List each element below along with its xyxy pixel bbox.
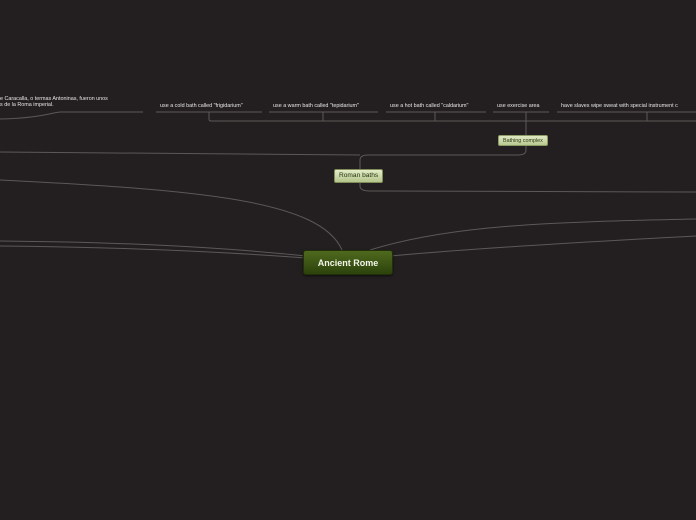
sub-to-branch [359,146,527,170]
leaf-slaves-wipe-sweat[interactable]: have slaves wipe sweat with special inst… [561,103,678,109]
leaf-frigidarium[interactable]: use a cold bath called "frigidarium" [160,103,243,109]
leaf-bracket [208,112,696,122]
root-to-left-upper [0,179,343,251]
root-to-left-mid [0,240,307,257]
leaf-exercise-area[interactable]: use exercise area [497,103,540,109]
note-underline [0,111,143,120]
note-text: e Caracalla, o termas Antoninas, fueron … [0,96,108,109]
note-line-2: s de la Roma imperial. [0,102,54,109]
branch-right [359,182,696,193]
root-to-right-low [389,235,696,257]
node-ancient-rome[interactable]: Ancient Rome [303,250,393,275]
node-roman-baths[interactable]: Roman baths [334,169,384,183]
mind-map-canvas: e Caracalla, o termas Antoninas, fueron … [0,0,696,520]
leaf-tepidarium[interactable]: use a warm bath called "tepidarium" [273,103,359,109]
node-bathing-complex[interactable]: Bathing complex [498,135,548,146]
leaf-caldarium[interactable]: use a hot bath called "caldarium" [390,103,468,109]
